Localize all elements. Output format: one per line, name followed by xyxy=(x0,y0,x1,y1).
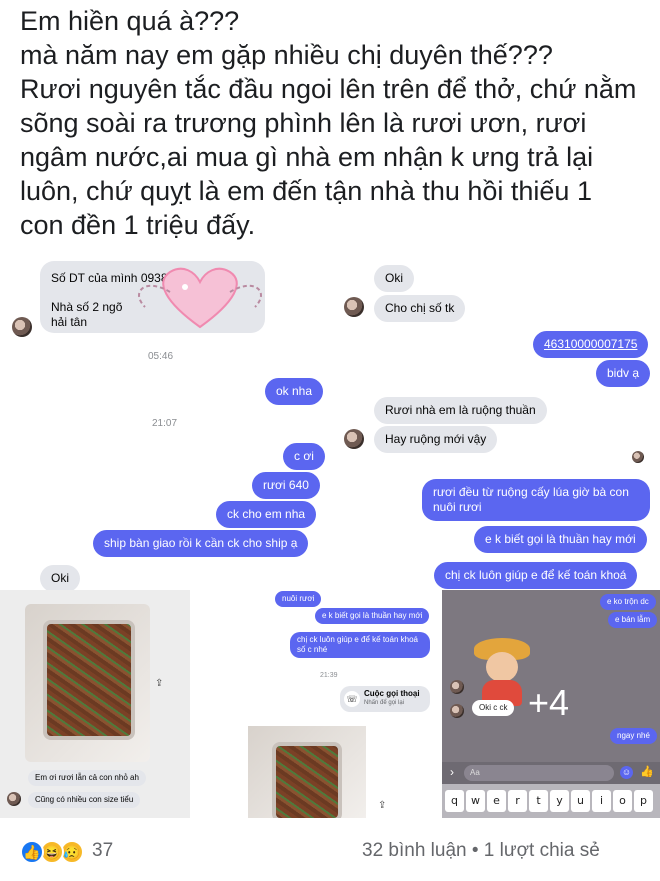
key[interactable]: u xyxy=(571,790,590,812)
key[interactable]: w xyxy=(466,790,485,812)
post-line: con đền 1 triệu đấy. xyxy=(20,210,256,240)
contact-avatar xyxy=(344,297,364,317)
key[interactable]: e xyxy=(487,790,506,812)
contact-avatar xyxy=(450,680,464,694)
post-line: ngâm nước,ai mua gì nhà em nhận k ưng tr… xyxy=(20,142,594,172)
post-line: luôn, chứ quỵt là em đến tận nhà thu hồi… xyxy=(20,176,592,206)
message-line: nuôi rươi xyxy=(433,500,482,514)
worm-box-photo[interactable] xyxy=(25,604,150,762)
sent-message: ship bàn giao rồi k cần ck cho ship ạ xyxy=(93,530,309,557)
more-photos-count[interactable]: +4 xyxy=(528,682,569,724)
share-icon[interactable]: ⇪ xyxy=(378,800,388,812)
contact-avatar xyxy=(12,317,32,337)
chat-pane-left: Số DT của mình 0938833 Nhà số 2 ngõ hải … xyxy=(0,255,330,590)
comments-shares-count[interactable]: 32 bình luận • 1 lượt chia sẻ xyxy=(362,840,600,862)
contact-avatar xyxy=(344,429,364,449)
key[interactable]: y xyxy=(550,790,569,812)
received-message: Hay ruộng mới vậy xyxy=(374,426,498,453)
received-message: Oki c ck xyxy=(472,700,515,716)
post-line: mà năm nay em gặp nhiều chị duyên thế??? xyxy=(20,40,553,70)
received-message: Em ơi rươi lẫn cả con nhỏ ah xyxy=(28,770,146,786)
key[interactable]: p xyxy=(634,790,653,812)
key[interactable]: q xyxy=(445,790,464,812)
sent-message: bidv ạ xyxy=(596,360,651,387)
post-line: Rươi nguyên tắc đầu ngoi lên trên để thở… xyxy=(20,74,637,104)
sent-message: rươi 640 xyxy=(252,472,320,499)
chat-pane-right: Oki Cho chị số tk 46310000007175 bidv ạ … xyxy=(330,255,660,590)
mini-chat-pane: nuôi rươi e k biết gọi là thuần hay mới … xyxy=(190,590,442,818)
received-message: Cũng có nhiều con size tiểu xyxy=(28,792,141,808)
photo-pane-left: ⇪ Em ơi rươi lẫn cả con nhỏ ah Cũng có n… xyxy=(0,590,190,818)
sent-message: ngay nhé xyxy=(610,728,657,744)
sent-message: rươi đều từ ruộng cấy lúa giờ bà con nuô… xyxy=(422,479,650,521)
received-message: Oki xyxy=(374,265,414,292)
phone-pane: e ko trộn dc e bán lẫm Oki c ck +4 ngay … xyxy=(442,590,660,818)
composer-bar: › Aa ☺ 👍 xyxy=(442,762,660,784)
heart-sticker-icon xyxy=(138,267,262,329)
key[interactable]: t xyxy=(529,790,548,812)
post-line: Em hiền quá à??? xyxy=(20,6,240,36)
sent-message: e k biết gọi là thuần hay mới xyxy=(315,608,430,624)
timestamp: 21:39 xyxy=(320,672,338,679)
worm-box-image xyxy=(272,742,342,818)
timestamp: 05:46 xyxy=(148,351,174,362)
post-text: Em hiền quá à??? mà năm nay em gặp nhiều… xyxy=(20,4,650,242)
sent-message: ok nha xyxy=(265,378,324,405)
call-title: Cuộc gọi thoại xyxy=(364,689,420,698)
emoji-icon[interactable]: ☺ xyxy=(620,766,633,779)
received-message: Oki xyxy=(40,565,80,590)
sent-message: chị ck luôn giúp e để kế toán khoá xyxy=(434,562,638,589)
key[interactable]: o xyxy=(613,790,632,812)
received-message: Rươi nhà em là ruộng thuần xyxy=(374,397,547,424)
message-input[interactable]: Aa xyxy=(464,765,614,781)
like-reaction-icon[interactable]: 👍 xyxy=(20,840,44,864)
contact-avatar xyxy=(7,792,21,806)
timestamp: 21:07 xyxy=(152,418,178,429)
chevron-right-icon[interactable]: › xyxy=(450,765,454,779)
message-line: rươi đều từ ruộng cấy lúa giờ bà con xyxy=(433,485,629,499)
sent-message: 46310000007175 xyxy=(533,331,649,358)
sent-message: chị ck luôn giúp e để kế toán khoá số c … xyxy=(290,632,430,658)
reaction-count[interactable]: 37 xyxy=(92,840,113,862)
sent-message: e bán lẫm xyxy=(608,612,658,628)
voice-call-card[interactable]: ☏ Cuộc gọi thoại Nhấn để gọi lại xyxy=(340,686,430,712)
sent-message: nuôi rươi xyxy=(275,591,322,607)
keyboard: q w e r t y u i o p xyxy=(442,784,660,818)
key[interactable]: i xyxy=(592,790,611,812)
seen-avatar xyxy=(632,451,644,463)
key[interactable]: r xyxy=(508,790,527,812)
sticker-face xyxy=(486,652,518,682)
contact-avatar xyxy=(450,704,464,718)
message-line: chị ck luôn giúp e để kế toán khoá xyxy=(297,635,418,644)
worm-box-photo[interactable] xyxy=(248,726,366,818)
like-icon[interactable]: 👍 xyxy=(640,765,654,778)
sent-message: e k biết gọi là thuần hay mới xyxy=(474,526,647,553)
received-message: Cho chị số tk xyxy=(374,295,466,322)
message-line: số c nhé xyxy=(297,645,328,654)
sent-message: ck cho em nha xyxy=(216,501,317,528)
worm-box-image xyxy=(43,620,135,740)
share-icon[interactable]: ⇪ xyxy=(155,678,165,690)
post-line: sõng soài ra trương phình lên là rươi ươ… xyxy=(20,108,587,138)
screenshot-collage[interactable]: Số DT của mình 0938833 Nhà số 2 ngõ hải … xyxy=(0,255,660,818)
phone-icon: ☏ xyxy=(344,691,360,707)
post-footer: 👍 😆 😥 37 32 bình luận • 1 lượt chia sẻ xyxy=(0,818,660,881)
call-subtitle: Nhấn để gọi lại xyxy=(364,700,405,706)
sent-message: e ko trộn dc xyxy=(600,594,656,610)
sent-message: c ơi xyxy=(283,443,325,470)
woman-sticker xyxy=(472,638,532,706)
